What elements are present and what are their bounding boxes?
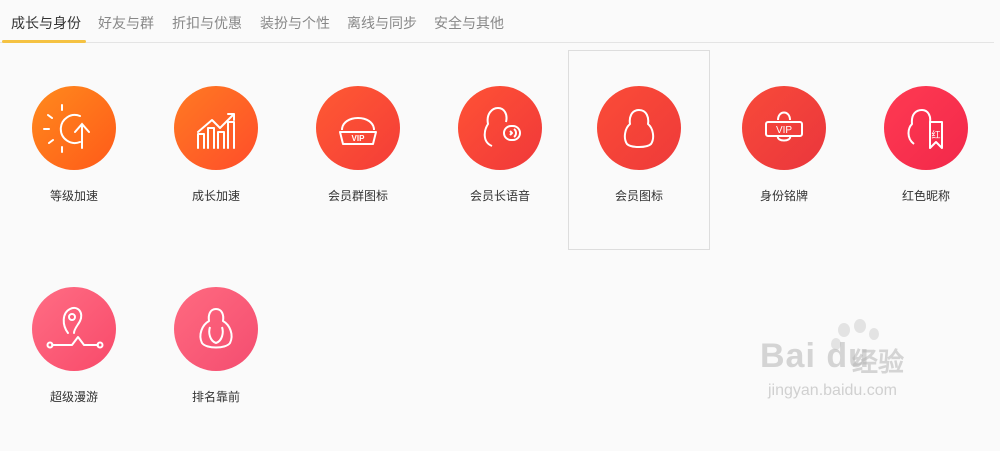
tab-discounts[interactable]: 折扣与优惠 bbox=[172, 13, 242, 33]
feature-icon-circle bbox=[174, 287, 258, 371]
feature-icon-circle: VIP bbox=[316, 86, 400, 170]
tab-friends-groups[interactable]: 好友与群 bbox=[98, 13, 154, 33]
location-pin-icon bbox=[46, 307, 104, 349]
svg-text:VIP: VIP bbox=[352, 134, 366, 143]
feature-icon-circle: 红 bbox=[884, 86, 968, 170]
tab-personalization[interactable]: 装扮与个性 bbox=[260, 13, 330, 33]
watermark-url: jingyan.baidu.com bbox=[768, 382, 897, 399]
feature-label: 红色昵称 bbox=[901, 189, 950, 203]
feature-icon-circle bbox=[458, 86, 542, 170]
growth-chart-icon bbox=[197, 113, 235, 149]
svg-text:红: 红 bbox=[931, 129, 940, 141]
feature-icon-circle bbox=[597, 86, 681, 170]
feature-label: 会员群图标 bbox=[327, 189, 388, 203]
penguin-outline-icon bbox=[199, 308, 233, 349]
feature-growth-boost[interactable]: 成长加速 bbox=[142, 50, 284, 250]
tab-security-other[interactable]: 安全与其他 bbox=[434, 13, 504, 33]
tab-offline-sync[interactable]: 离线与同步 bbox=[347, 13, 417, 33]
feature-icon-circle bbox=[32, 287, 116, 371]
vip-penguin-group-icon: VIP bbox=[339, 117, 377, 145]
vip-nameplate-icon: VIP bbox=[765, 111, 803, 142]
feature-super-roaming[interactable]: 超级漫游 bbox=[0, 251, 142, 451]
tab-growth-identity[interactable]: 成长与身份 bbox=[11, 13, 81, 33]
category-tab-bar: 成长与身份 好友与群 折扣与优惠 装扮与个性 离线与同步 安全与其他 bbox=[0, 0, 994, 43]
penguin-icon bbox=[623, 109, 655, 148]
feature-label: 成长加速 bbox=[191, 189, 240, 203]
feature-vip-group-icon[interactable]: VIP 会员群图标 bbox=[284, 50, 426, 250]
feature-red-nickname[interactable]: 红 红色昵称 bbox=[852, 50, 994, 250]
feature-label: 超级漫游 bbox=[49, 390, 98, 404]
watermark-brand-cn: 经验 bbox=[852, 348, 905, 378]
svg-text:VIP: VIP bbox=[776, 125, 792, 136]
feature-icon-circle: VIP bbox=[742, 86, 826, 170]
penguin-voice-icon bbox=[483, 107, 521, 147]
penguin-red-name-icon: 红 bbox=[907, 109, 943, 149]
feature-top-ranking[interactable]: 排名靠前 bbox=[142, 251, 284, 451]
feature-long-voice[interactable]: 会员长语音 bbox=[426, 50, 568, 250]
feature-icon-circle bbox=[32, 86, 116, 170]
feature-label: 身份铭牌 bbox=[759, 189, 808, 203]
feature-identity-nameplate[interactable]: VIP 身份铭牌 bbox=[710, 50, 852, 250]
feature-member-icon[interactable]: 会员图标 bbox=[568, 50, 710, 250]
feature-label: 会员长语音 bbox=[469, 189, 530, 203]
feature-icon-circle bbox=[174, 86, 258, 170]
active-tab-indicator bbox=[2, 40, 86, 43]
feature-label: 会员图标 bbox=[614, 189, 663, 203]
feature-level-boost[interactable]: 等级加速 bbox=[0, 50, 142, 250]
sun-arrow-icon bbox=[43, 104, 90, 153]
feature-label: 排名靠前 bbox=[191, 390, 240, 404]
feature-label: 等级加速 bbox=[49, 189, 98, 203]
